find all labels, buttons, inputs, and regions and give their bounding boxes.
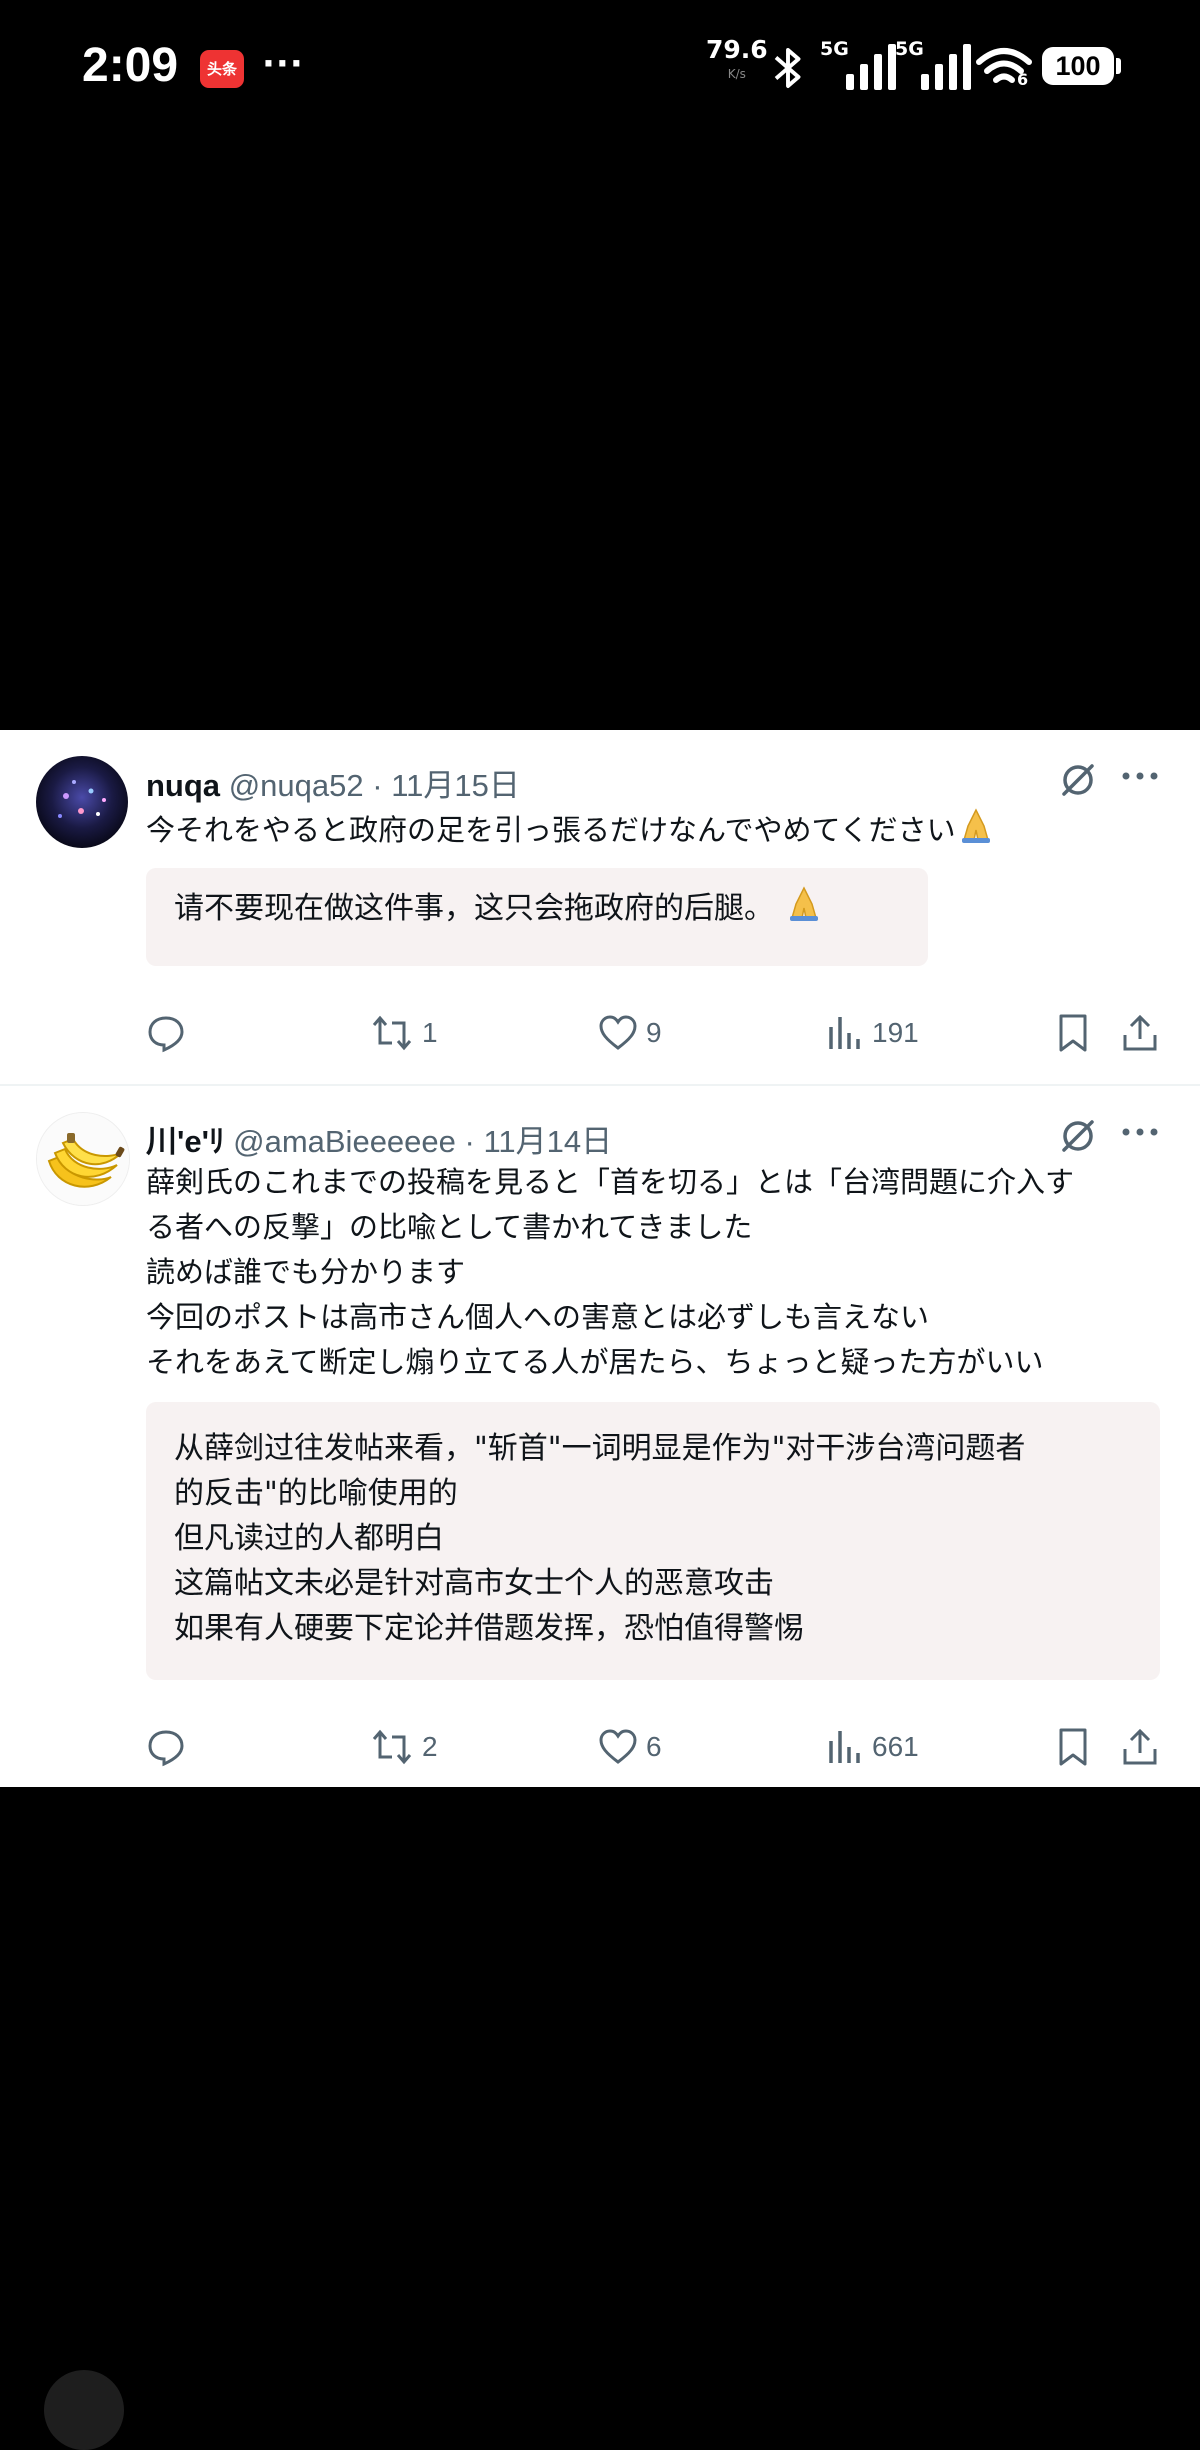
- status-bar: 2:09 头条 ··· 79.6 K/s 5G 5G 6 100: [0, 0, 1200, 140]
- post-card[interactable]: 川'e'ﾘ @amaBieeeeee · 11月14日 薛剣氏のこれまでの投稿を…: [0, 1086, 1200, 1786]
- repost-button[interactable]: 1: [370, 1008, 438, 1058]
- repost-button[interactable]: 2: [370, 1722, 438, 1772]
- post-header: 川'e'ﾘ @amaBieeeeee · 11月14日: [146, 1116, 612, 1161]
- status-time: 2:09: [82, 39, 179, 92]
- repost-icon: [372, 1015, 412, 1051]
- action-bar: 1 9 191: [0, 1008, 1200, 1058]
- post-text-line: 今回のポストは高市さん個人への害意とは必ずしも言えない: [146, 1300, 930, 1334]
- share-icon: [1123, 1014, 1157, 1051]
- post-text-line: 今それをやると政府の足を引っ張るだけなんでやめてください: [146, 806, 1166, 853]
- post-text-line: それをあえて断定し煽り立てる人が居たら、ちょっと疑った方がいい: [146, 1345, 1044, 1379]
- more-notifications-icon: ···: [262, 44, 304, 84]
- translation-line: 的反击"的比喻使用的: [174, 1476, 458, 1511]
- post-text-line: る者への反撃」の比喩として書かれてきました: [146, 1210, 753, 1244]
- share-button[interactable]: [1120, 1722, 1160, 1772]
- wifi-icon: 6: [975, 46, 1033, 94]
- post-date[interactable]: 11月15日: [391, 768, 520, 803]
- repost-count: 1: [422, 1017, 438, 1048]
- folded-hands-emoji: [961, 808, 990, 843]
- network-speed-value: 79.6: [706, 35, 768, 64]
- reply-button[interactable]: [146, 1008, 194, 1058]
- user-handle[interactable]: @nuqa52: [229, 768, 364, 803]
- app-badge-icon: 头条: [200, 50, 244, 88]
- translation-box: 从薛剑过往发帖来看，"斩首"一词明显是作为"对干涉台湾问题者 的反击"的比喻使用…: [146, 1402, 1160, 1680]
- more-icon[interactable]: [1120, 768, 1160, 784]
- network-speed: 79.6 K/s: [706, 35, 768, 86]
- reply-button[interactable]: [146, 1722, 194, 1772]
- repost-count: 2: [422, 1731, 438, 1762]
- grok-icon[interactable]: [1058, 1116, 1098, 1156]
- battery-icon: 100: [1042, 47, 1114, 85]
- share-icon: [1123, 1728, 1157, 1765]
- post-text: 今それをやると政府の足を引っ張るだけなんでやめてください: [146, 806, 1166, 853]
- like-icon: [599, 1729, 637, 1764]
- post-date[interactable]: 11月14日: [483, 1124, 612, 1159]
- repost-icon: [372, 1729, 412, 1765]
- like-button[interactable]: 9: [598, 1008, 662, 1058]
- post-text-content: 今それをやると政府の足を引っ張るだけなんでやめてください: [146, 813, 956, 847]
- views-button[interactable]: 661: [826, 1722, 919, 1772]
- reply-icon: [148, 1730, 184, 1767]
- like-count: 9: [646, 1017, 662, 1048]
- views-button[interactable]: 191: [826, 1008, 919, 1058]
- user-handle[interactable]: @amaBieeeeee: [233, 1124, 456, 1159]
- translation-content: 请不要现在做这件事，这只会拖政府的后腿。: [174, 891, 774, 926]
- network-speed-unit: K/s: [727, 67, 746, 81]
- views-count: 191: [872, 1017, 919, 1048]
- floating-button[interactable]: [44, 2370, 124, 2450]
- translation-line: 这篇帖文未必是针对高市女士个人的恶意攻击: [174, 1566, 774, 1601]
- post-header: nuqa @nuqa52 · 11月15日: [146, 760, 520, 805]
- bookmark-icon: [1059, 1014, 1087, 1052]
- translation-box: 请不要现在做这件事，这只会拖政府的后腿。: [146, 868, 928, 966]
- like-icon: [599, 1015, 637, 1050]
- feed: nuqa @nuqa52 · 11月15日 今それをやると政府の足を引っ張るだけ…: [0, 730, 1200, 1787]
- views-count: 661: [872, 1731, 919, 1762]
- translation-line: 如果有人硬要下定论并借题发挥，恐怕值得警惕: [174, 1611, 804, 1646]
- translation-line: 从薛剑过往发帖来看，"斩首"一词明显是作为"对干涉台湾问题者: [174, 1431, 1026, 1466]
- translation-line: 请不要现在做这件事，这只会拖政府的后腿。: [174, 884, 900, 931]
- grok-icon[interactable]: [1058, 760, 1098, 800]
- like-count: 6: [646, 1731, 662, 1762]
- like-button[interactable]: 6: [598, 1722, 662, 1772]
- bookmark-button[interactable]: [1056, 1722, 1090, 1772]
- share-button[interactable]: [1120, 1008, 1160, 1058]
- translation-line: 但凡读过的人都明白: [174, 1521, 444, 1556]
- views-icon: [829, 1731, 860, 1763]
- separator: ·: [464, 1124, 475, 1159]
- bookmark-icon: [1059, 1728, 1087, 1766]
- bookmark-button[interactable]: [1056, 1008, 1090, 1058]
- display-name[interactable]: nuqa: [146, 768, 220, 803]
- avatar[interactable]: [36, 1112, 130, 1206]
- action-bar: 2 6 661: [0, 1722, 1200, 1772]
- post-text-line: 読めば誰でも分かります: [146, 1255, 466, 1289]
- separator: ·: [372, 768, 383, 803]
- post-text: 薛剣氏のこれまでの投稿を見ると「首を切る」とは「台湾問題に介入す る者への反撃」…: [146, 1160, 1166, 1385]
- views-icon: [829, 1017, 860, 1049]
- battery-tip: [1116, 58, 1121, 74]
- bluetooth-icon: [774, 48, 801, 88]
- wifi-label: 6: [1017, 70, 1029, 89]
- folded-hands-emoji: [789, 886, 818, 921]
- more-icon[interactable]: [1120, 1124, 1160, 1140]
- post-text-line: 薛剣氏のこれまでの投稿を見ると「首を切る」とは「台湾問題に介入す: [146, 1165, 1075, 1199]
- post-card[interactable]: nuqa @nuqa52 · 11月15日 今それをやると政府の足を引っ張るだけ…: [0, 730, 1200, 1085]
- reply-icon: [148, 1016, 184, 1053]
- avatar[interactable]: [36, 756, 128, 848]
- display-name[interactable]: 川'e'ﾘ: [146, 1124, 224, 1159]
